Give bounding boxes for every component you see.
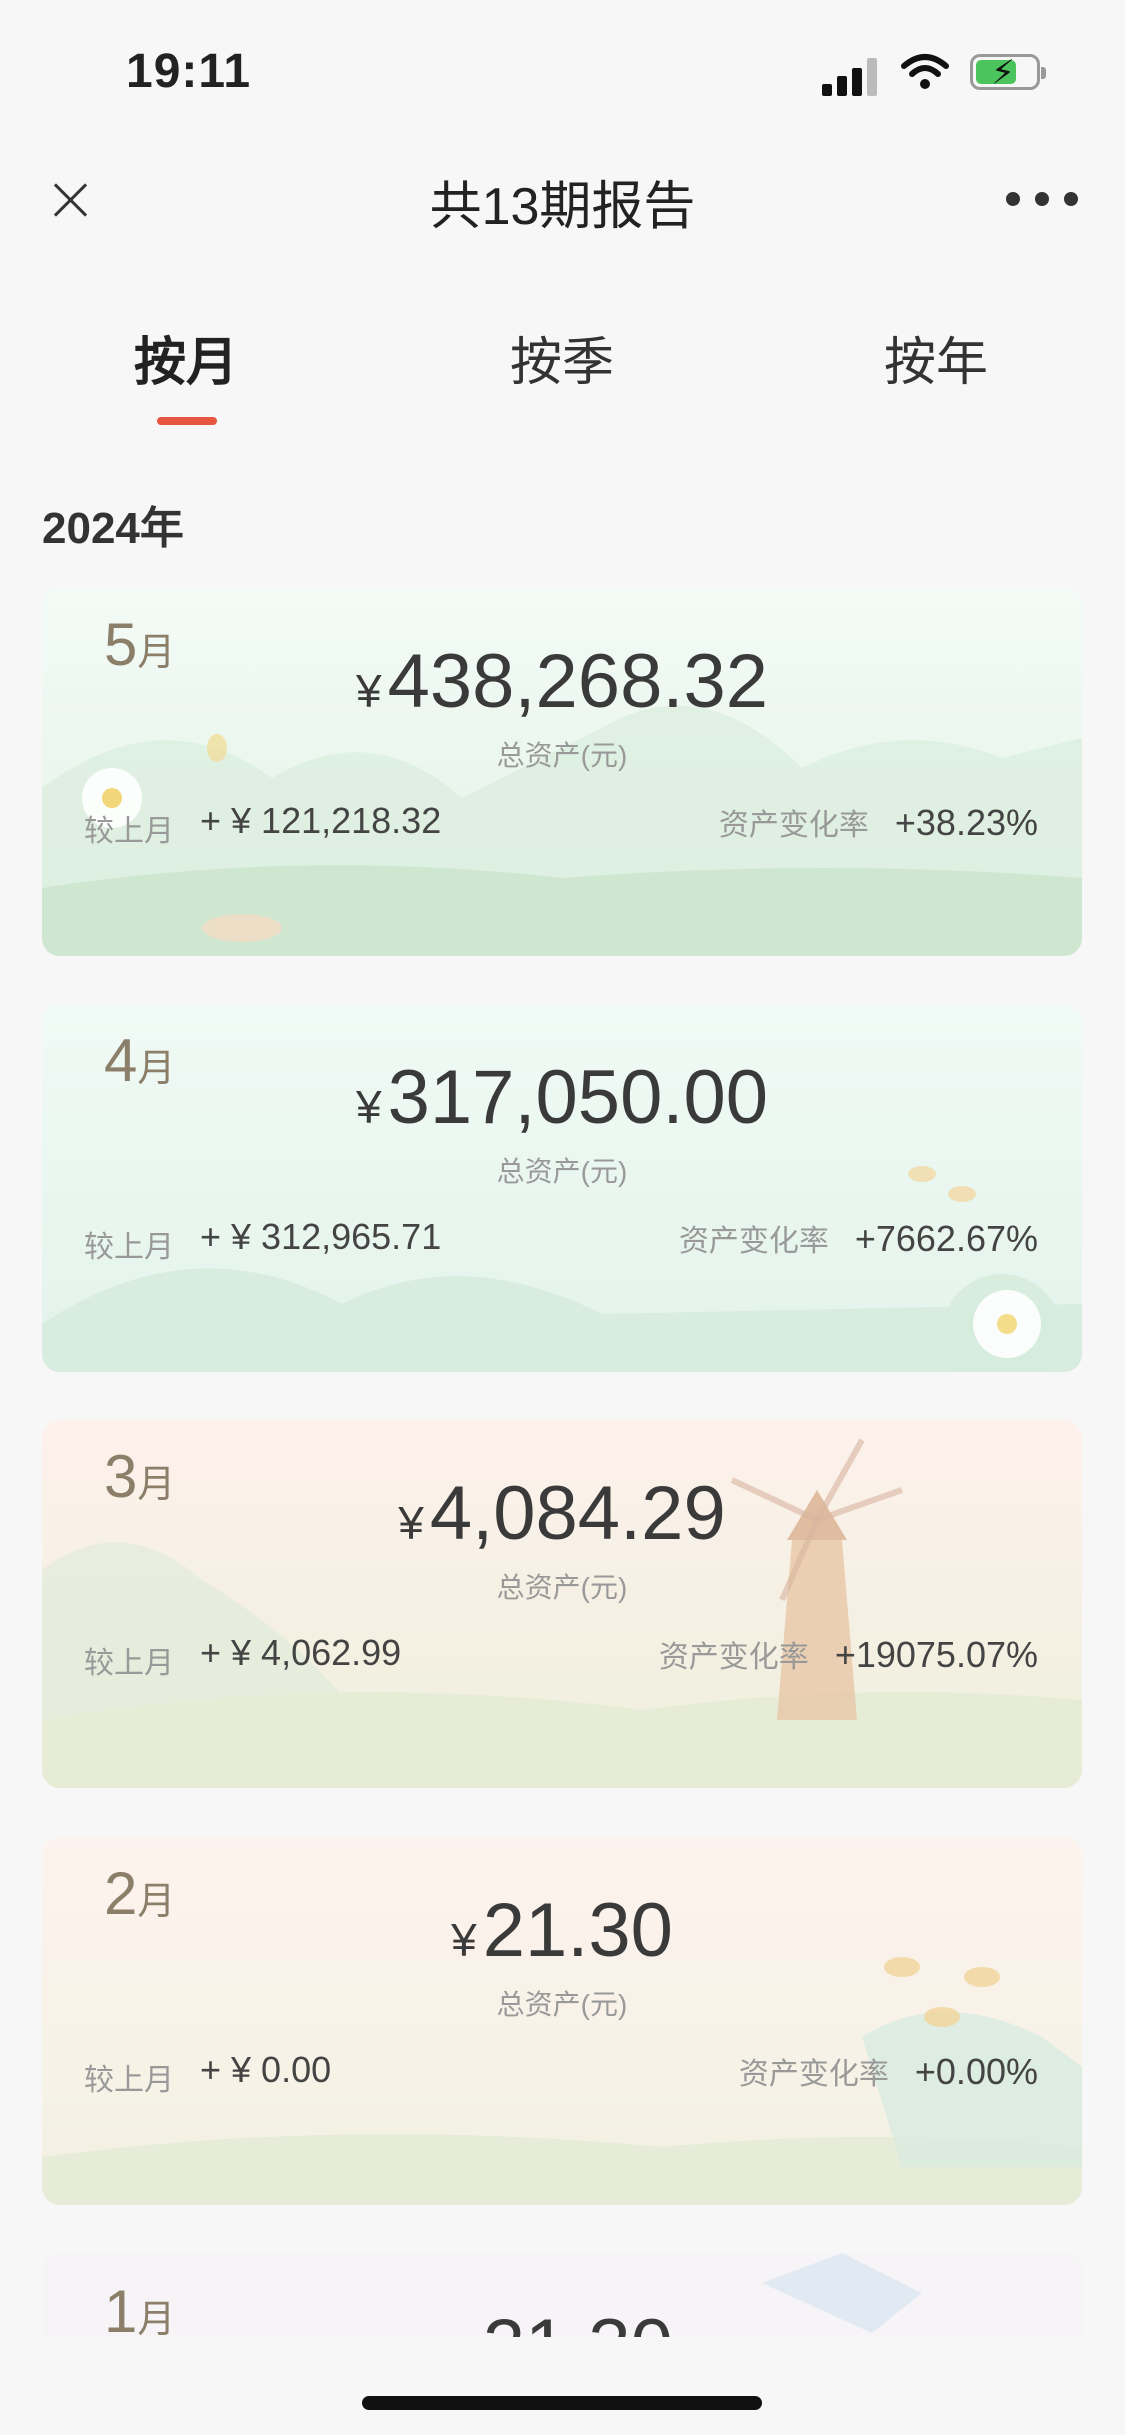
home-indicator[interactable] <box>362 2396 762 2410</box>
year-header: 2024年 <box>42 504 184 553</box>
report-card-january[interactable]: 1月 ¥21.30 <box>42 2253 1082 2337</box>
compare-value: + ¥ 121,218.32 <box>200 800 442 841</box>
wifi-icon <box>901 54 949 89</box>
compare-value: + ¥ 312,965.71 <box>200 1216 442 1257</box>
compare-value: + ¥ 4,062.99 <box>200 1632 402 1673</box>
tab-yearly[interactable]: 按年 <box>836 320 1036 395</box>
compare-label: 较上月 <box>84 2064 174 2097</box>
battery-icon: ⚡ <box>970 54 1046 92</box>
total-assets-label: 总资产(元) <box>496 1156 628 1187</box>
total-assets-amount: ¥21.30 <box>42 2303 1082 2337</box>
change-rate: 资产变化率 +19075.07% <box>658 1634 1038 1675</box>
change-rate: 资产变化率 +38.23% <box>718 802 1038 843</box>
report-card-april[interactable]: 4月 ¥317,050.00 总资产(元) 较上月 + ¥ 312,965.71… <box>42 1004 1082 1372</box>
total-assets-amount: ¥4,084.29 <box>398 1471 726 1556</box>
total-assets-label: 总资产(元) <box>496 1989 628 2020</box>
report-card-february[interactable]: 2月 ¥21.30 总资产(元) 较上月 + ¥ 0.00 资产变化率 +0.00… <box>42 1837 1082 2205</box>
compare-value: + ¥ 0.00 <box>200 2049 332 2090</box>
period-tabs: 按月 按季 按年 <box>0 310 1125 430</box>
nav-bar: 共13期报告 <box>0 140 1125 260</box>
tab-monthly[interactable]: 按月 <box>86 320 286 395</box>
tab-quarterly[interactable]: 按季 <box>462 320 662 395</box>
change-rate: 资产变化率 +7662.67% <box>678 1218 1038 1259</box>
compare-label: 较上月 <box>84 1647 174 1680</box>
total-assets-label: 总资产(元) <box>496 740 628 771</box>
total-assets-label: 总资产(元) <box>496 1572 628 1603</box>
report-card-may[interactable]: 5月 ¥438,268.32 总资产(元) 较上月 + ¥ 121,218.32… <box>42 588 1082 956</box>
page-title: 共13期报告 <box>429 178 696 236</box>
more-options-icon[interactable] <box>1006 192 1078 208</box>
compare-label: 较上月 <box>84 1231 174 1264</box>
compare-label: 较上月 <box>84 815 174 848</box>
change-rate: 资产变化率 +0.00% <box>738 2051 1038 2092</box>
total-assets-amount: ¥438,268.32 <box>356 639 768 724</box>
total-assets-amount: ¥317,050.00 <box>356 1055 768 1140</box>
status-bar: 19:11 ⚡ <box>0 0 1125 130</box>
status-time: 19:11 <box>126 45 252 98</box>
cellular-signal-icon <box>822 56 878 96</box>
report-card-march[interactable]: 3月 ¥4,084.29 总资产(元) 较上月 + ¥ 4,062.99 资产变… <box>42 1420 1082 1788</box>
total-assets-amount: ¥21.30 <box>451 1888 673 1973</box>
active-tab-indicator <box>157 417 217 425</box>
